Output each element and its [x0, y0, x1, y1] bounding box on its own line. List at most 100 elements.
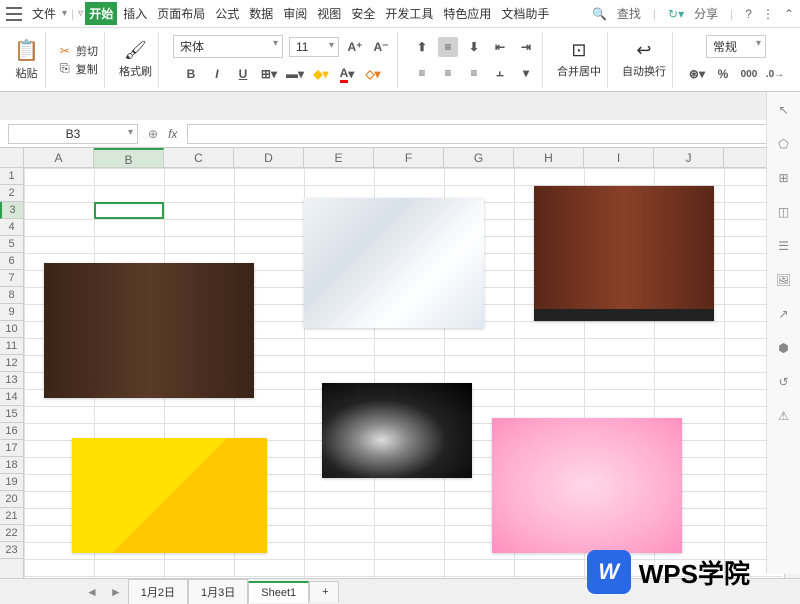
font-color-button[interactable]: A▾ — [337, 64, 357, 84]
distribute-icon[interactable]: ⫠ — [490, 63, 510, 83]
cube-icon[interactable]: ⬢ — [774, 338, 794, 358]
row-8[interactable]: 8 — [0, 287, 23, 304]
row-6[interactable]: 6 — [0, 253, 23, 270]
orientation-icon[interactable]: ▾ — [516, 63, 536, 83]
row-12[interactable]: 12 — [0, 355, 23, 372]
share-icon[interactable]: ↗ — [774, 304, 794, 324]
select-all-corner[interactable] — [0, 148, 24, 168]
border-button[interactable]: ⊞▾ — [259, 64, 279, 84]
tab-safe[interactable]: 安全 — [347, 2, 379, 25]
align-center-icon[interactable]: ≡ — [438, 63, 458, 83]
col-I[interactable]: I — [584, 148, 654, 167]
decimal-inc-icon[interactable]: .0→ — [765, 64, 785, 84]
help-icon[interactable]: ? — [745, 7, 752, 21]
name-box[interactable]: B3 — [8, 124, 138, 144]
col-E[interactable]: E — [304, 148, 374, 167]
align-right-icon[interactable]: ≡ — [464, 63, 484, 83]
tab-nav-next[interactable]: ► — [104, 585, 128, 599]
align-bottom-icon[interactable]: ⬇ — [464, 37, 484, 57]
find-label[interactable]: 查找 — [617, 5, 641, 22]
cut-icon[interactable]: ✂ — [60, 44, 70, 58]
tab-dev[interactable]: 开发工具 — [381, 2, 437, 25]
row-2[interactable]: 2 — [0, 185, 23, 202]
fx-icon[interactable]: fx — [168, 127, 177, 141]
caret-icon[interactable]: ▿ — [78, 8, 83, 19]
col-B[interactable]: B — [94, 148, 164, 167]
tab-helper[interactable]: 文档助手 — [497, 2, 553, 25]
row-14[interactable]: 14 — [0, 389, 23, 406]
more-icon[interactable]: ⋮ — [762, 7, 774, 21]
col-F[interactable]: F — [374, 148, 444, 167]
sync-icon[interactable]: ↻▾ — [668, 7, 684, 21]
hamburger-icon[interactable] — [6, 7, 22, 21]
cancel-fx-icon[interactable]: ⊕ — [148, 127, 158, 141]
cells-area[interactable] — [24, 168, 782, 578]
fill-button[interactable]: ▬▾ — [285, 64, 305, 84]
chart-icon[interactable]: ◫ — [774, 202, 794, 222]
row-13[interactable]: 13 — [0, 372, 23, 389]
formula-bar[interactable] — [187, 124, 792, 144]
number-format-select[interactable]: 常规 — [706, 35, 766, 58]
tab-special[interactable]: 特色应用 — [439, 2, 495, 25]
percent-icon[interactable]: % — [713, 64, 733, 84]
align-middle-icon[interactable]: ≡ — [438, 37, 458, 57]
merge-icon[interactable]: ⊡ — [571, 40, 586, 61]
col-A[interactable]: A — [24, 148, 94, 167]
font-size-select[interactable]: 11 — [289, 37, 339, 57]
thousands-icon[interactable]: 000 — [739, 64, 759, 84]
row-11[interactable]: 11 — [0, 338, 23, 355]
row-4[interactable]: 4 — [0, 219, 23, 236]
search-icon[interactable]: 🔍 — [592, 7, 607, 21]
tab-view[interactable]: 视图 — [313, 2, 345, 25]
row-7[interactable]: 7 — [0, 270, 23, 287]
row-18[interactable]: 18 — [0, 457, 23, 474]
col-G[interactable]: G — [444, 148, 514, 167]
sheet-tab-2[interactable]: 1月3日 — [188, 579, 248, 604]
row-10[interactable]: 10 — [0, 321, 23, 338]
align-left-icon[interactable]: ≡ — [412, 63, 432, 83]
col-C[interactable]: C — [164, 148, 234, 167]
row-3[interactable]: 3 — [0, 202, 23, 219]
sheet-tab-1[interactable]: 1月2日 — [128, 579, 188, 604]
col-J[interactable]: J — [654, 148, 724, 167]
align-top-icon[interactable]: ⬆ — [412, 37, 432, 57]
wrap-icon[interactable]: ↩ — [636, 40, 651, 61]
row-5[interactable]: 5 — [0, 236, 23, 253]
tab-insert[interactable]: 插入 — [119, 2, 151, 25]
tab-formula[interactable]: 公式 — [211, 2, 243, 25]
active-cell[interactable] — [94, 202, 164, 219]
expand-icon[interactable]: ⌃ — [784, 7, 794, 21]
row-15[interactable]: 15 — [0, 406, 23, 423]
properties-icon[interactable]: ☰ — [774, 236, 794, 256]
tab-home[interactable]: 开始 — [85, 2, 117, 25]
underline-button[interactable]: U — [233, 64, 253, 84]
embedded-image-yellow[interactable] — [72, 438, 267, 553]
embedded-image-nebula[interactable] — [322, 383, 472, 478]
increase-font-icon[interactable]: A⁺ — [345, 37, 365, 57]
clear-format-button[interactable]: ◇▾ — [363, 64, 383, 84]
col-D[interactable]: D — [234, 148, 304, 167]
italic-button[interactable]: I — [207, 64, 227, 84]
embedded-image-silk[interactable] — [304, 198, 484, 328]
currency-icon[interactable]: ⊛▾ — [687, 64, 707, 84]
embedded-image-wood-red[interactable] — [534, 186, 714, 321]
row-21[interactable]: 21 — [0, 508, 23, 525]
row-19[interactable]: 19 — [0, 474, 23, 491]
tab-nav-prev[interactable]: ◄ — [80, 585, 104, 599]
tab-layout[interactable]: 页面布局 — [153, 2, 209, 25]
cursor-icon[interactable]: ↖ — [774, 100, 794, 120]
table-icon[interactable]: ⊞ — [774, 168, 794, 188]
add-sheet-button[interactable]: + — [309, 581, 339, 602]
row-17[interactable]: 17 — [0, 440, 23, 457]
row-20[interactable]: 20 — [0, 491, 23, 508]
fill-color-button[interactable]: ◆▾ — [311, 64, 331, 84]
embedded-image-wood-dark[interactable] — [44, 263, 254, 398]
row-1[interactable]: 1 — [0, 168, 23, 185]
row-22[interactable]: 22 — [0, 525, 23, 542]
bold-button[interactable]: B — [181, 64, 201, 84]
shape-icon[interactable]: ⬠ — [774, 134, 794, 154]
share-button[interactable]: 分享 — [694, 5, 718, 22]
image-icon[interactable]: 🖼 — [774, 270, 794, 290]
font-select[interactable]: 宋体 — [173, 35, 283, 58]
copy-icon[interactable]: ⎘ — [60, 61, 70, 76]
